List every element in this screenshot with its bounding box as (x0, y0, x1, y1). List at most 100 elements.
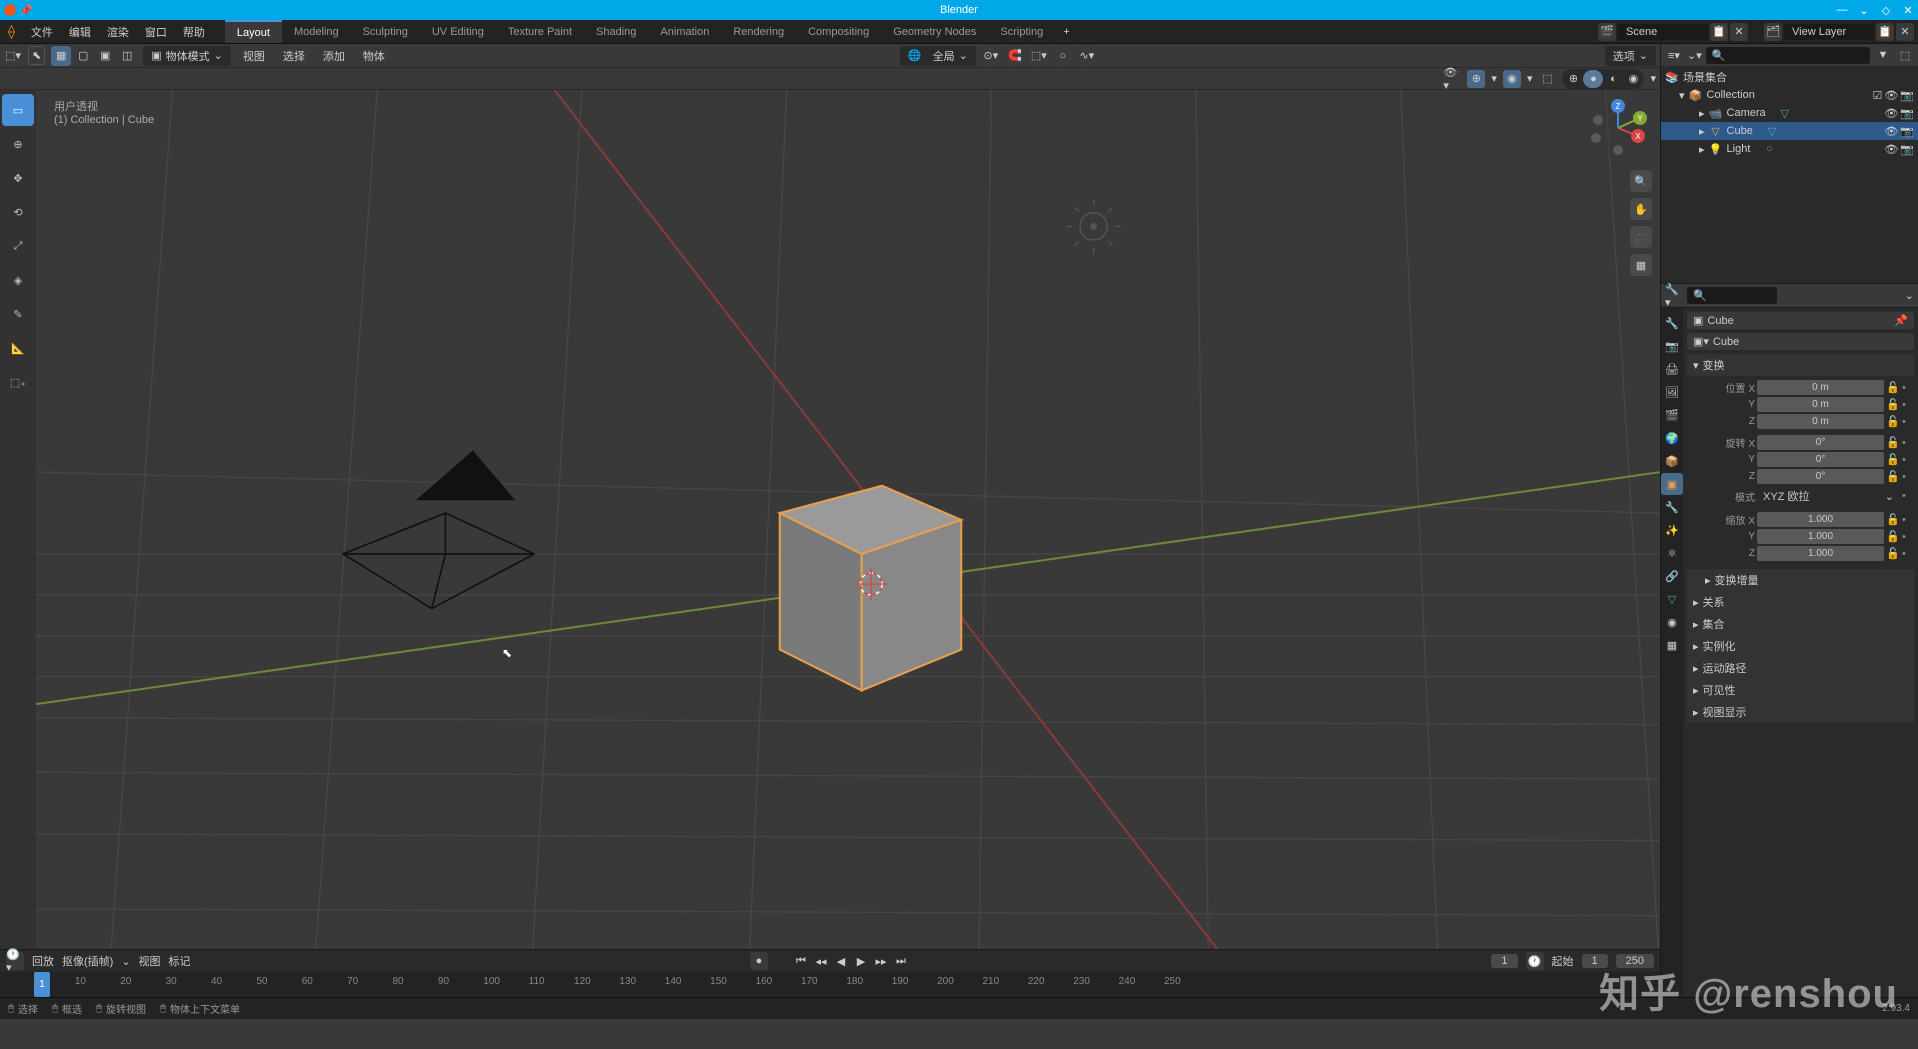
viewport-menu-add[interactable]: 添加 (317, 48, 351, 64)
next-keyframe-icon[interactable]: ▸▸ (872, 952, 890, 970)
prop-tab-particles[interactable]: ✨ (1661, 519, 1683, 541)
tree-item-cube[interactable]: ▸ ▽ Cube ▽ 👁📷 (1661, 122, 1918, 140)
viewport-menu-select[interactable]: 选择 (277, 48, 311, 64)
add-workspace-button[interactable]: + (1055, 26, 1077, 38)
editor-type-icon[interactable]: ⬚▾ (4, 47, 22, 65)
section-collections[interactable]: ▸集合 (1687, 613, 1914, 635)
jump-end-icon[interactable]: ⏭ (892, 952, 910, 970)
lock-icon[interactable]: 🔓 (1886, 470, 1900, 483)
prop-tab-object[interactable]: ▣ (1661, 473, 1683, 495)
layer-browse-icon[interactable]: 🗂 (1764, 23, 1782, 41)
prop-tab-modifiers[interactable]: 🔧 (1661, 496, 1683, 518)
section-instancing[interactable]: ▸实例化 (1687, 635, 1914, 657)
timeline-marker[interactable]: 标记 (169, 953, 191, 969)
cursor-tool[interactable]: ⊕ (2, 128, 34, 160)
play-reverse-icon[interactable]: ◀ (832, 952, 850, 970)
lock-icon[interactable]: 🔓 (1886, 415, 1900, 428)
rendered-shading-icon[interactable]: ◉ (1623, 70, 1643, 88)
add-cube-tool[interactable]: ⬚₊ (2, 366, 34, 398)
workspace-tab-layout[interactable]: Layout (225, 20, 282, 43)
prop-tab-render[interactable]: 📷 (1661, 335, 1683, 357)
prop-tab-world[interactable]: 🌍 (1661, 427, 1683, 449)
render-icon[interactable]: 📷 (1900, 89, 1914, 102)
blender-icon[interactable]: ⟠ (0, 23, 23, 40)
prop-tab-viewlayer[interactable]: 🖼 (1661, 381, 1683, 403)
view-layer-field[interactable]: View Layer (1784, 24, 1874, 40)
delete-scene-icon[interactable]: ✕ (1730, 23, 1748, 41)
workspace-tab-uv-editing[interactable]: UV Editing (420, 20, 496, 43)
filter-icon[interactable]: ▼ (1874, 46, 1892, 64)
lock-icon[interactable]: 🔓 (1886, 513, 1900, 526)
workspace-tab-shading[interactable]: Shading (584, 20, 648, 43)
menu-window[interactable]: 窗口 (137, 20, 175, 43)
prop-tab-constraints[interactable]: 🔗 (1661, 565, 1683, 587)
prop-tab-material[interactable]: ◉ (1661, 611, 1683, 633)
section-transform[interactable]: ▾变换 (1687, 354, 1914, 376)
eye-icon[interactable]: 👁 (1884, 125, 1898, 138)
menu-render[interactable]: 渲染 (99, 20, 137, 43)
close-window-icon[interactable] (4, 4, 16, 16)
viewport-menu-object[interactable]: 物体 (357, 48, 391, 64)
snap-to-icon[interactable]: ⬚▾ (1030, 47, 1048, 65)
workspace-tab-geometry-nodes[interactable]: Geometry Nodes (881, 20, 988, 43)
cursor-tool-icon[interactable]: ⬉ (28, 46, 45, 65)
new-scene-icon[interactable]: 📋 (1710, 23, 1728, 41)
select-mode-4-icon[interactable]: ◫ (117, 46, 137, 66)
transform-tool[interactable]: ◈ (2, 264, 34, 296)
prop-tab-collection[interactable]: 📦 (1661, 450, 1683, 472)
perspective-icon[interactable]: ▦ (1630, 254, 1652, 276)
rotate-tool[interactable]: ⟲ (2, 196, 34, 228)
section-relations[interactable]: ▸关系 (1687, 591, 1914, 613)
menu-edit[interactable]: 编辑 (61, 20, 99, 43)
snap-icon[interactable]: 🧲 (1006, 47, 1024, 65)
eye-icon[interactable]: 👁 (1884, 89, 1898, 102)
delete-layer-icon[interactable]: ✕ (1896, 23, 1914, 41)
lock-icon[interactable]: 🔓 (1886, 398, 1900, 411)
prop-tab-data[interactable]: ▽ (1661, 588, 1683, 610)
scene-browse-icon[interactable]: 🎬 (1598, 23, 1616, 41)
render-icon[interactable]: 📷 (1900, 107, 1914, 120)
lock-icon[interactable]: 🔓 (1886, 381, 1900, 394)
section-delta[interactable]: ▸变换增量 (1687, 569, 1914, 591)
properties-editor-icon[interactable]: 🔧▾ (1665, 287, 1683, 305)
chevron-down-icon[interactable]: ▾ (1650, 72, 1656, 85)
prop-tab-texture[interactable]: ▦ (1661, 634, 1683, 656)
menu-file[interactable]: 文件 (23, 20, 61, 43)
section-viewport[interactable]: ▸视图显示 (1687, 701, 1914, 723)
rot-y-input[interactable]: 0° (1757, 452, 1884, 467)
lock-icon[interactable]: 🔓 (1886, 453, 1900, 466)
timeline-ruler[interactable]: 1 11020304050607080901001101201301401501… (0, 972, 1660, 997)
proportional-falloff-icon[interactable]: ∿▾ (1078, 47, 1096, 65)
workspace-tab-compositing[interactable]: Compositing (796, 20, 881, 43)
timeline-view[interactable]: 视图 (139, 953, 161, 969)
viewport-menu-view[interactable]: 视图 (237, 48, 271, 64)
pivot-point-icon[interactable]: ⊙▾ (982, 47, 1000, 65)
section-visibility[interactable]: ▸可见性 (1687, 679, 1914, 701)
annotate-tool[interactable]: ✎ (2, 298, 34, 330)
current-frame-input[interactable]: 1 (1491, 954, 1517, 968)
checkbox-icon[interactable]: ☑ (1872, 89, 1882, 102)
disclosure-icon[interactable]: ▸ (1699, 143, 1705, 156)
scl-x-input[interactable]: 1.000 (1757, 512, 1884, 527)
jump-start-icon[interactable]: ⏮ (792, 952, 810, 970)
loc-y-input[interactable]: 0 m (1757, 397, 1884, 412)
select-mode-2-icon[interactable]: ▢ (73, 46, 93, 66)
prop-tab-physics[interactable]: ⚛ (1661, 542, 1683, 564)
prev-keyframe-icon[interactable]: ◂◂ (812, 952, 830, 970)
properties-search[interactable]: 🔍 (1687, 287, 1777, 304)
timeline-keying[interactable]: 抠像(插帧) (62, 953, 113, 969)
close-icon[interactable]: ✕ (1902, 4, 1914, 16)
tree-collection[interactable]: ▾ 📦 Collection ☑👁📷 (1661, 86, 1918, 104)
workspace-tab-animation[interactable]: Animation (648, 20, 721, 43)
clock-icon[interactable]: 🕐 (1526, 952, 1544, 970)
chevron-down-icon[interactable]: ⌄▾ (1687, 49, 1702, 62)
workspace-tab-modeling[interactable]: Modeling (282, 20, 351, 43)
overlay-toggle-icon[interactable]: ◉ (1503, 70, 1521, 88)
select-box-tool[interactable]: ▭ (2, 94, 34, 126)
eye-icon[interactable]: 👁 (1884, 143, 1898, 156)
pin-icon[interactable]: 📌 (1894, 314, 1908, 327)
prop-tab-output[interactable]: 🖨 (1661, 358, 1683, 380)
new-collection-icon[interactable]: ⬚ (1896, 46, 1914, 64)
scale-tool[interactable]: ⤢ (2, 230, 34, 262)
autokey-icon[interactable]: ● (750, 952, 768, 970)
